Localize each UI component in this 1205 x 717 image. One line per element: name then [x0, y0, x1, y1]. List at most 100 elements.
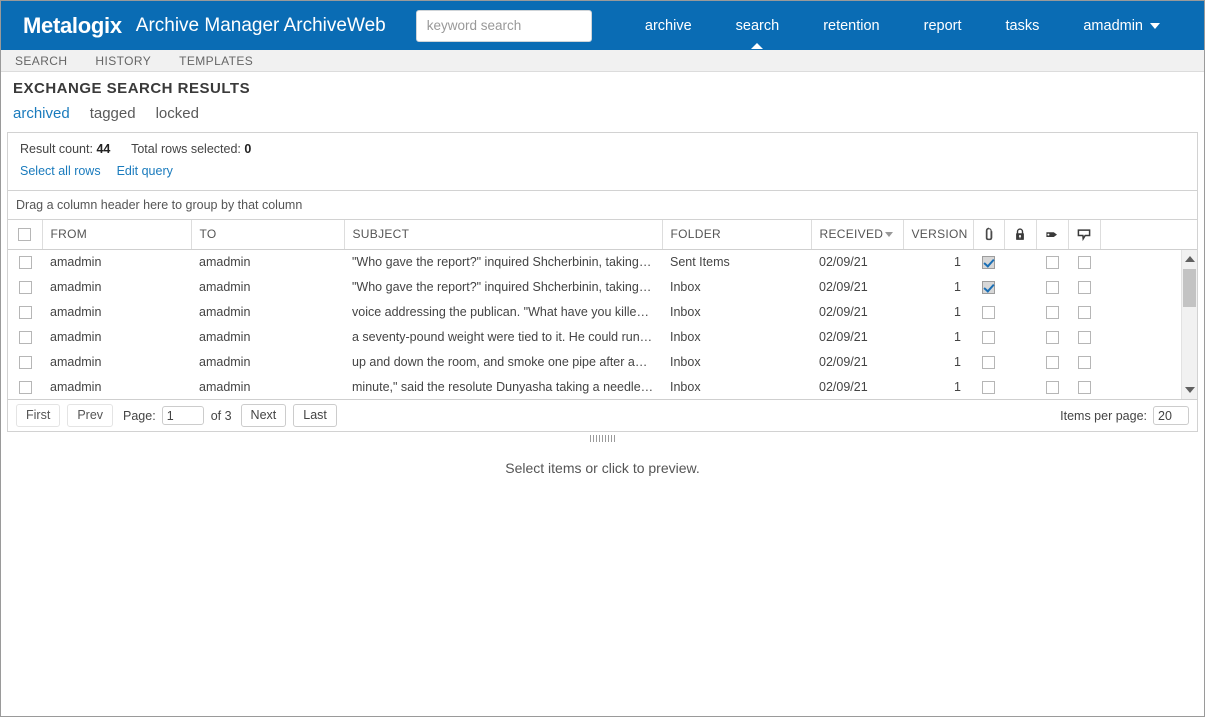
cell-from: amadmin — [50, 329, 102, 344]
row-note-cell[interactable] — [1068, 249, 1100, 274]
row-select-cell[interactable] — [8, 324, 42, 349]
next-page-button[interactable]: Next — [240, 404, 287, 427]
select-all-checkbox[interactable] — [18, 228, 32, 242]
row-note-checkbox[interactable] — [1077, 255, 1091, 269]
column-header-to[interactable]: TO — [191, 220, 345, 250]
row-attachment-checkbox[interactable] — [982, 380, 995, 394]
cell-folder: Inbox — [670, 279, 701, 294]
row-select-cell[interactable] — [8, 374, 42, 399]
filter-tab-locked[interactable]: locked — [156, 105, 199, 122]
row-attachment-cell[interactable] — [973, 374, 1004, 399]
column-header-received[interactable]: RECEIVED — [811, 220, 904, 250]
row-select-checkbox[interactable] — [18, 330, 32, 344]
row-select-cell[interactable] — [8, 299, 42, 324]
subnav-item-search[interactable]: SEARCH — [15, 54, 67, 68]
scroll-down-arrow[interactable] — [1182, 383, 1197, 397]
row-select-checkbox[interactable] — [18, 280, 32, 294]
row-note-cell[interactable] — [1068, 349, 1100, 374]
first-page-button[interactable]: First — [16, 404, 61, 427]
column-header-from[interactable]: FROM — [42, 220, 192, 250]
row-tag-checkbox[interactable] — [1045, 305, 1059, 319]
row-attachment-cell[interactable] — [973, 249, 1004, 274]
row-attachment-cell[interactable] — [973, 274, 1004, 299]
nav-item-tasks[interactable]: tasks — [984, 12, 1062, 40]
row-note-cell[interactable] — [1068, 374, 1100, 399]
column-header-subject[interactable]: SUBJECT — [344, 220, 663, 250]
row-tag-checkbox[interactable] — [1045, 330, 1059, 344]
table-row[interactable]: amadmin amadmin up and down the room, and … — [8, 349, 1197, 374]
page-number-input[interactable] — [161, 406, 204, 425]
subnav-item-templates[interactable]: TEMPLATES — [179, 54, 253, 68]
row-attachment-cell[interactable] — [973, 349, 1004, 374]
row-tag-cell[interactable] — [1036, 349, 1068, 374]
last-page-button[interactable]: Last — [293, 404, 337, 427]
column-header-attachment[interactable] — [973, 220, 1005, 250]
row-note-cell[interactable] — [1068, 299, 1100, 324]
column-header-tag[interactable] — [1036, 220, 1069, 250]
select-all-rows-link[interactable]: Select all rows — [20, 164, 101, 178]
cell-received: 02/09/21 — [819, 254, 868, 269]
edit-query-link[interactable]: Edit query — [117, 164, 173, 178]
row-select-checkbox[interactable] — [18, 380, 32, 394]
row-attachment-cell[interactable] — [973, 324, 1004, 349]
row-attachment-cell[interactable] — [973, 299, 1004, 324]
column-header-note[interactable] — [1068, 220, 1101, 250]
row-attachment-checkbox[interactable] — [982, 330, 995, 344]
filter-tab-tagged[interactable]: tagged — [90, 105, 136, 122]
row-select-cell[interactable] — [8, 249, 42, 274]
row-note-checkbox[interactable] — [1077, 355, 1091, 369]
column-header-version[interactable]: VERSION — [903, 220, 974, 250]
row-tag-cell[interactable] — [1036, 324, 1068, 349]
column-header-folder[interactable]: FOLDER — [662, 220, 812, 250]
cell-to: amadmin — [199, 379, 251, 394]
row-attachment-checkbox[interactable] — [982, 280, 995, 294]
page-application-title: Archive Manager ArchiveWeb — [135, 14, 386, 36]
scrollbar-thumb[interactable] — [1183, 269, 1196, 307]
row-select-checkbox[interactable] — [18, 305, 32, 319]
row-note-checkbox[interactable] — [1077, 330, 1091, 344]
panel-splitter[interactable] — [1, 432, 1204, 444]
row-select-checkbox[interactable] — [18, 355, 32, 369]
row-attachment-checkbox[interactable] — [982, 255, 995, 269]
rows-selected-value: 0 — [244, 142, 252, 156]
items-per-page-input[interactable] — [1153, 406, 1189, 425]
row-note-checkbox[interactable] — [1077, 305, 1091, 319]
table-row[interactable]: amadmin amadmin "Who gave the report?" inq… — [8, 274, 1197, 299]
items-per-page-group: Items per page: — [1060, 406, 1189, 425]
filter-tab-archived[interactable]: archived — [13, 105, 70, 122]
row-note-checkbox[interactable] — [1077, 380, 1091, 394]
row-tag-checkbox[interactable] — [1045, 255, 1059, 269]
nav-item-report[interactable]: report — [902, 12, 984, 40]
row-tag-cell[interactable] — [1036, 299, 1068, 324]
row-select-checkbox[interactable] — [18, 255, 32, 269]
row-select-cell[interactable] — [8, 274, 42, 299]
scroll-up-arrow[interactable] — [1182, 252, 1197, 266]
row-tag-checkbox[interactable] — [1045, 380, 1059, 394]
table-row[interactable]: amadmin amadmin "Who gave the report?" inq… — [8, 249, 1197, 274]
row-attachment-checkbox[interactable] — [982, 355, 995, 369]
row-attachment-checkbox[interactable] — [982, 305, 995, 319]
subnav-item-history[interactable]: HISTORY — [95, 54, 151, 68]
row-select-cell[interactable] — [8, 349, 42, 374]
header-select-all-cell[interactable] — [8, 220, 43, 250]
search-input[interactable] — [415, 9, 592, 42]
table-row[interactable]: amadmin amadmin voice addressing the publi… — [8, 299, 1197, 324]
row-note-checkbox[interactable] — [1077, 280, 1091, 294]
nav-item-retention[interactable]: retention — [801, 12, 901, 40]
row-tag-checkbox[interactable] — [1045, 280, 1059, 294]
grid-vertical-scrollbar[interactable] — [1181, 250, 1197, 399]
prev-page-button[interactable]: Prev — [67, 404, 114, 427]
row-tag-cell[interactable] — [1036, 374, 1068, 399]
nav-item-archive[interactable]: archive — [623, 12, 714, 40]
row-tag-cell[interactable] — [1036, 274, 1068, 299]
user-menu[interactable]: amadmin — [1061, 12, 1182, 40]
column-header-locked[interactable] — [1004, 220, 1037, 250]
group-by-dropzone[interactable]: Drag a column header here to group by th… — [8, 190, 1197, 220]
nav-item-search[interactable]: search — [714, 12, 802, 40]
table-row[interactable]: amadmin amadmin a seventy-pound weight wer… — [8, 324, 1197, 349]
row-tag-cell[interactable] — [1036, 249, 1068, 274]
table-row[interactable]: amadmin amadmin minute," said the resolute… — [8, 374, 1197, 399]
row-note-cell[interactable] — [1068, 324, 1100, 349]
row-tag-checkbox[interactable] — [1045, 355, 1059, 369]
row-note-cell[interactable] — [1068, 274, 1100, 299]
